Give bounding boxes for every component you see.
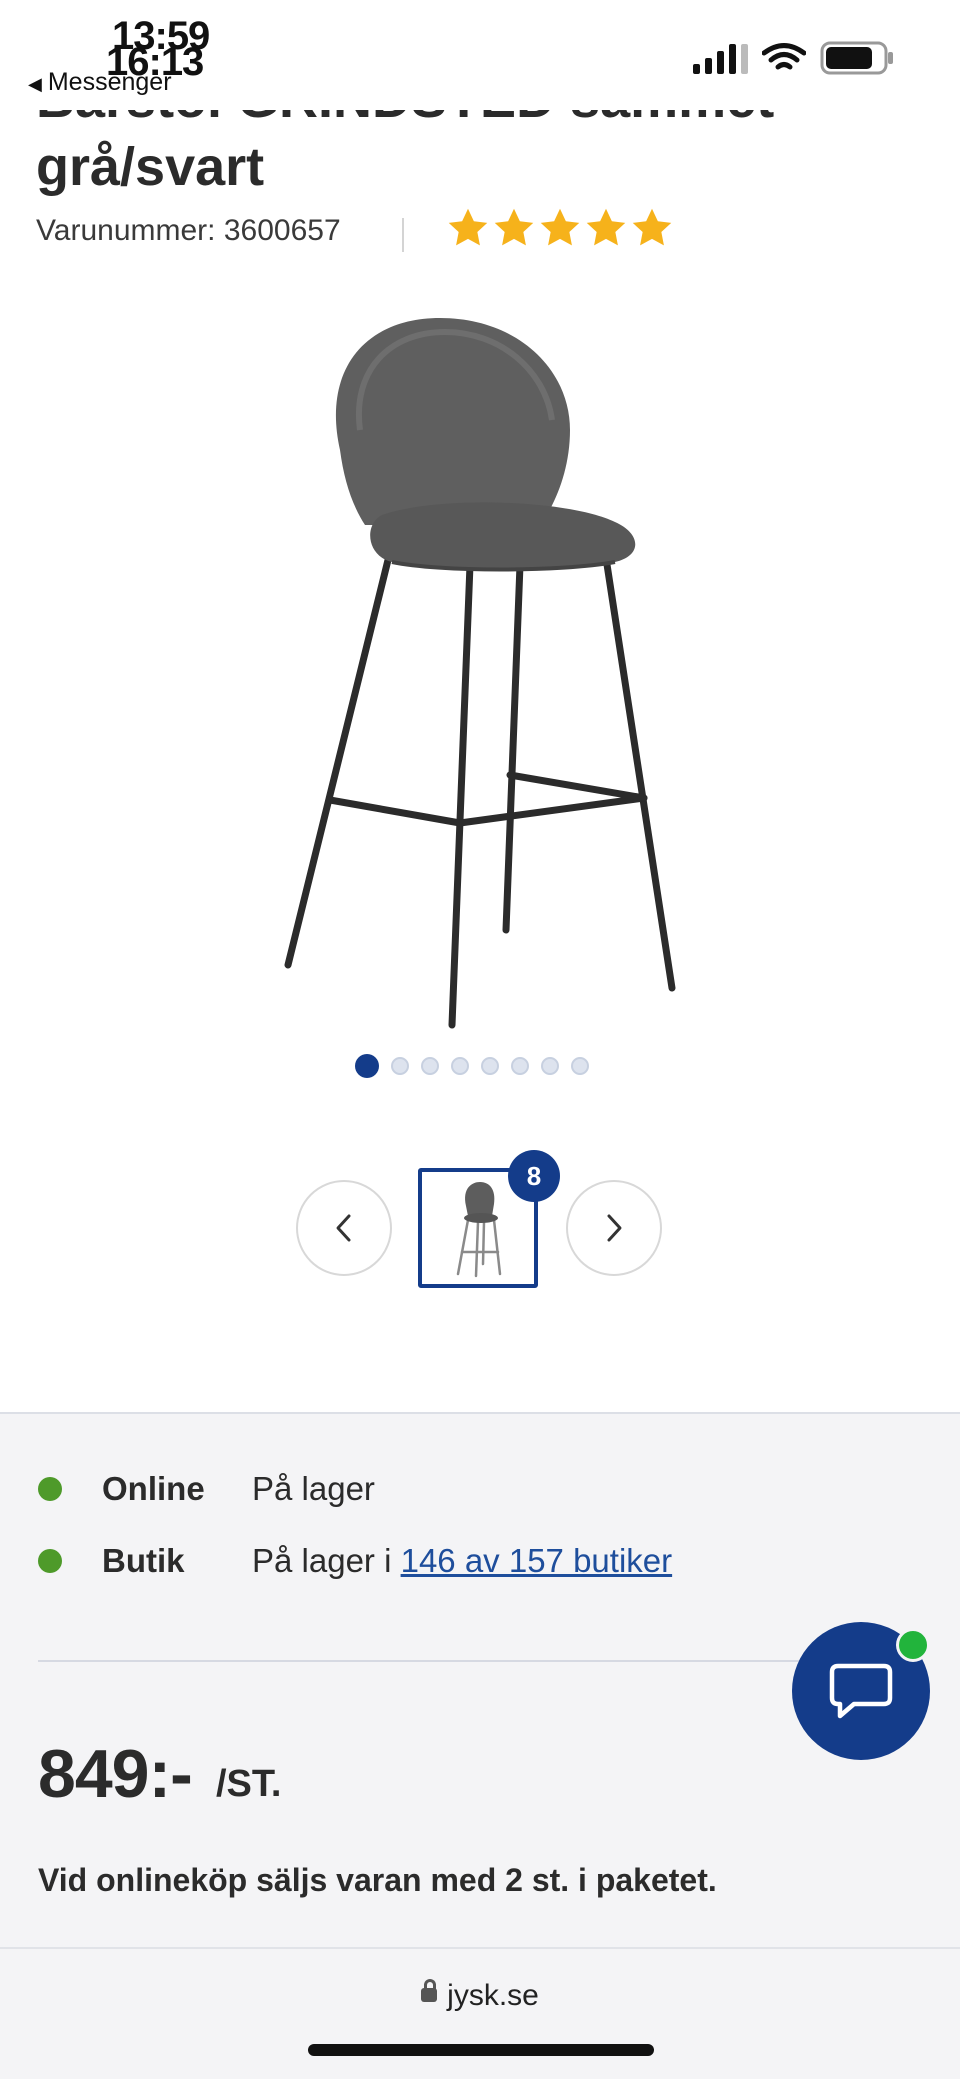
gallery-dot[interactable] <box>421 1057 439 1075</box>
chat-online-indicator <box>896 1628 930 1662</box>
product-image-bar-stool[interactable] <box>270 310 690 1040</box>
back-triangle-icon: ◀ <box>28 74 42 94</box>
gallery-dot[interactable] <box>541 1057 559 1075</box>
back-app-label: Messenger <box>47 68 172 96</box>
gallery-dot[interactable] <box>571 1057 589 1075</box>
back-to-app-button[interactable]: ◀ Messenger <box>28 68 172 97</box>
lock-icon <box>421 1979 438 2003</box>
gallery-dot[interactable] <box>391 1057 409 1075</box>
package-note: Vid onlineköp säljs varan med 2 st. i pa… <box>38 1862 717 1898</box>
home-indicator[interactable] <box>308 2044 654 2056</box>
star-icon <box>448 208 488 246</box>
store-label: Butik <box>102 1542 185 1579</box>
chevron-left-icon <box>336 1214 351 1242</box>
status-icons <box>693 40 896 76</box>
previous-image-button[interactable] <box>296 1180 392 1276</box>
online-label: Online <box>102 1470 205 1507</box>
star-icon <box>540 208 580 246</box>
star-icon <box>586 208 626 246</box>
online-stock-status: På lager <box>252 1470 375 1507</box>
store-stock-status: På lager i 146 av 157 butiker <box>252 1542 672 1580</box>
divider <box>402 218 404 252</box>
url-domain: jysk.se <box>447 1979 539 2012</box>
store-stock-prefix: På lager i <box>252 1542 392 1579</box>
chevron-right-icon <box>607 1214 622 1242</box>
battery-icon <box>820 41 893 75</box>
chat-bubble-icon <box>829 1663 893 1719</box>
sku-number: Varunummer: 3600657 <box>36 214 341 247</box>
price-amount: 849:- <box>38 1736 193 1812</box>
divider <box>38 1660 888 1662</box>
next-image-button[interactable] <box>566 1180 662 1276</box>
wifi-icon <box>762 43 806 70</box>
rating-stars[interactable] <box>446 206 674 250</box>
signal-icon <box>693 42 748 74</box>
in-stock-dot-icon <box>38 1477 62 1501</box>
browser-url-bar[interactable]: jysk.se <box>0 1947 960 2079</box>
product-title-line-2: grå/svart <box>36 137 265 197</box>
gallery-dot[interactable] <box>451 1057 469 1075</box>
gallery-dot-active[interactable] <box>355 1054 379 1078</box>
url-display[interactable]: jysk.se <box>0 1979 960 2013</box>
gallery-dot[interactable] <box>481 1057 499 1075</box>
image-count-badge: 8 <box>508 1150 560 1202</box>
store-availability-link[interactable]: 146 av 157 butiker <box>401 1542 673 1579</box>
star-icon <box>632 208 672 246</box>
gallery-pagination <box>355 1054 589 1078</box>
gallery-dot[interactable] <box>511 1057 529 1075</box>
online-stock-row: Online På lager <box>38 1470 375 1508</box>
in-stock-dot-icon <box>38 1549 62 1573</box>
price-unit: /ST. <box>216 1763 282 1805</box>
store-stock-row: Butik På lager i 146 av 157 butiker <box>38 1542 672 1580</box>
status-bar: 13:59 16:13 ◀ Messenger <box>0 0 960 110</box>
star-icon <box>494 208 534 246</box>
